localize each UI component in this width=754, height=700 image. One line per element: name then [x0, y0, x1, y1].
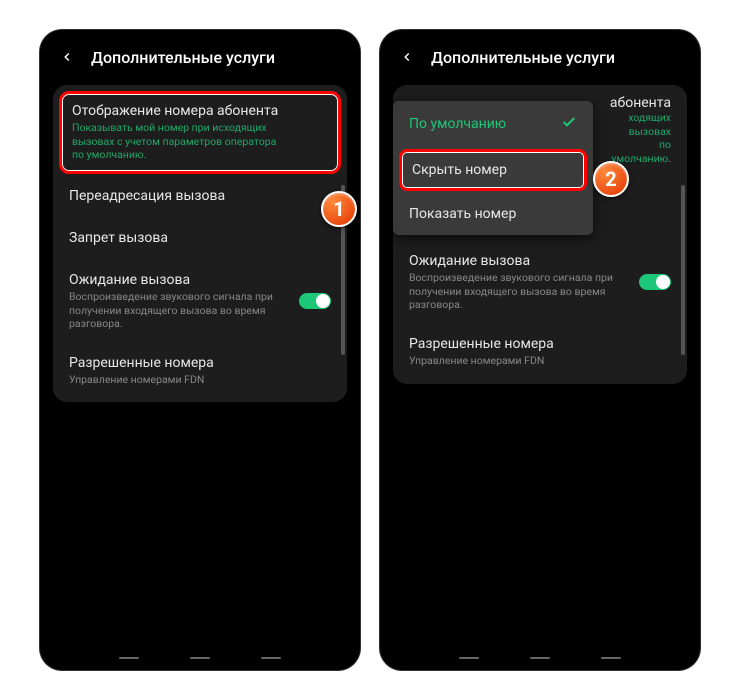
back-icon[interactable] [397, 47, 417, 67]
phone-right: Дополнительные услуги абонента ходящих в… [380, 30, 700, 670]
nav-home-icon[interactable] [190, 657, 210, 659]
option-label: Показать номер [409, 206, 516, 222]
setting-title: Ожидание вызова [409, 253, 671, 269]
bg-desc: ходящих вызовах [603, 111, 671, 138]
option-label: По умолчанию [409, 116, 506, 132]
app-header: Дополнительные услуги [43, 33, 357, 77]
setting-title: Разрешенные номера [409, 336, 671, 352]
nav-recent-icon[interactable] [119, 657, 139, 659]
setting-desc: Управление номерами FDN [409, 354, 671, 368]
step-badge-1: 1 [321, 191, 357, 227]
screen-left: Дополнительные услуги Отображение номера… [43, 33, 357, 667]
settings-panel: Отображение номера абонента Показывать м… [53, 85, 347, 402]
setting-desc: Управление номерами FDN [69, 373, 331, 387]
setting-call-waiting[interactable]: Ожидание вызова Воспроизведение звуковог… [393, 241, 687, 324]
setting-desc: Воспроизведение звукового сигнала при по… [409, 271, 671, 312]
setting-title: Переадресация вызова [69, 188, 331, 204]
nav-bar [43, 657, 357, 659]
setting-fixed-dialing[interactable]: Разрешенные номера Управление номерами F… [53, 343, 347, 399]
setting-title: Ожидание вызова [69, 272, 331, 288]
popup-option-show[interactable]: Показать номер [393, 193, 593, 235]
step-number: 2 [605, 167, 616, 191]
setting-desc: Воспроизведение звукового сигнала при по… [69, 290, 331, 331]
setting-call-waiting[interactable]: Ожидание вызова Воспроизведение звуковог… [53, 260, 347, 343]
option-label: Скрыть номер [412, 162, 507, 178]
toggle-call-waiting[interactable] [639, 274, 671, 290]
setting-call-barring[interactable]: Запрет вызова [53, 218, 347, 260]
setting-title: Разрешенные номера [69, 355, 331, 371]
page-title: Дополнительные услуги [431, 48, 615, 67]
setting-call-forwarding[interactable]: Переадресация вызова [53, 176, 347, 218]
setting-caller-id[interactable]: Отображение номера абонента Показывать м… [59, 91, 341, 174]
toggle-call-waiting[interactable] [299, 293, 331, 309]
setting-caller-id-bg: абонента ходящих вызовах по умолчанию. [603, 95, 671, 166]
screen-right: Дополнительные услуги абонента ходящих в… [383, 33, 697, 667]
nav-home-icon[interactable] [530, 657, 550, 659]
setting-fixed-dialing[interactable]: Разрешенные номера Управление номерами F… [393, 324, 687, 380]
setting-title: Запрет вызова [69, 230, 331, 246]
nav-bar [383, 657, 697, 659]
page-title: Дополнительные услуги [91, 48, 275, 67]
step-badge-2: 2 [593, 161, 629, 197]
phone-left: Дополнительные услуги Отображение номера… [40, 30, 360, 670]
app-header: Дополнительные услуги [383, 33, 697, 77]
step-number: 1 [333, 197, 344, 221]
nav-back-icon[interactable] [601, 657, 621, 659]
back-icon[interactable] [57, 47, 77, 67]
nav-back-icon[interactable] [261, 657, 281, 659]
popup-option-default[interactable]: По умолчанию [393, 101, 593, 147]
popup-option-hide[interactable]: Скрыть номер [399, 149, 587, 191]
setting-title: Отображение номера абонента [72, 103, 328, 119]
bg-title: абонента [603, 95, 671, 111]
nav-recent-icon[interactable] [459, 657, 479, 659]
check-icon [561, 114, 577, 134]
caller-id-popup: По умолчанию Скрыть номер Показать номер [393, 101, 593, 235]
setting-desc: Показывать мой номер при исходящих вызов… [72, 121, 328, 162]
